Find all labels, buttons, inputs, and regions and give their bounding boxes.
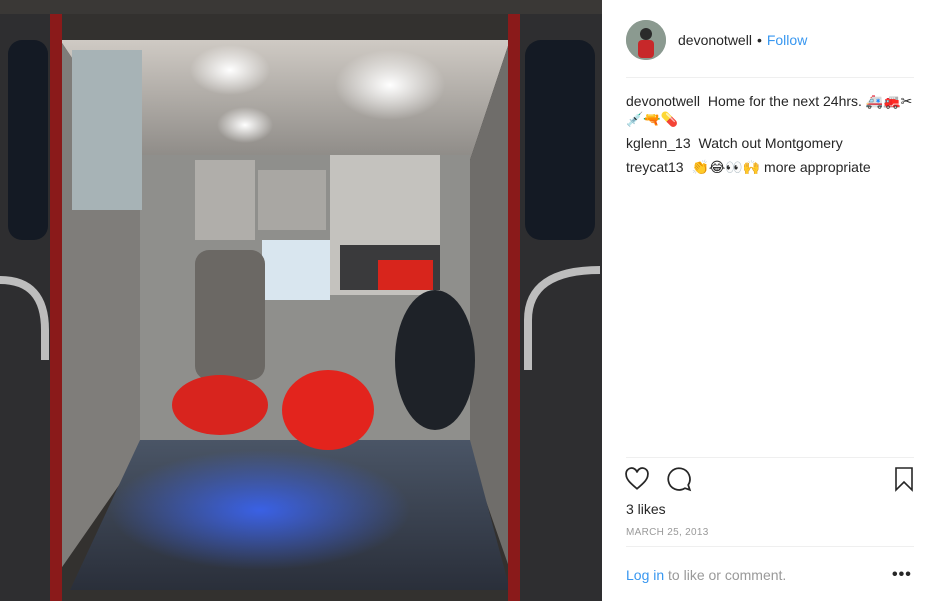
comment-text: Watch out Montgomery	[698, 135, 843, 151]
comments-list: devonotwell Home for the next 24hrs. 🚑🚒✂…	[626, 92, 914, 182]
follow-button[interactable]: Follow	[767, 32, 807, 48]
comment-item: treycat13 👏😂👀🙌 more appropriate	[626, 158, 914, 176]
avatar[interactable]	[626, 20, 666, 60]
more-icon[interactable]: •••	[892, 566, 912, 584]
divider	[626, 457, 914, 458]
login-prompt-text: to like or comment.	[668, 567, 787, 583]
login-link[interactable]: Log in	[626, 567, 664, 583]
bookmark-icon[interactable]	[892, 466, 916, 497]
heart-icon[interactable]	[624, 466, 650, 497]
comment-icon[interactable]	[666, 466, 692, 497]
divider	[626, 546, 914, 547]
post-photo[interactable]	[0, 0, 602, 601]
caption: devonotwell Home for the next 24hrs. 🚑🚒✂…	[626, 92, 914, 128]
post-header: devonotwell • Follow	[626, 18, 914, 62]
comment-item: kglenn_13 Watch out Montgomery	[626, 134, 914, 152]
comment-text: 👏😂👀🙌 more appropriate	[691, 159, 871, 175]
post-date: MARCH 25, 2013	[626, 527, 709, 538]
post-sidebar: devonotwell • Follow devonotwell Home fo…	[602, 0, 938, 601]
ambulance-photo	[0, 0, 602, 601]
divider	[626, 77, 914, 78]
likes-count[interactable]: 3 likes	[626, 501, 666, 517]
comment-username[interactable]: kglenn_13	[626, 135, 691, 151]
comment-username[interactable]: treycat13	[626, 159, 684, 175]
header-username[interactable]: devonotwell	[678, 32, 752, 48]
caption-username[interactable]: devonotwell	[626, 93, 700, 109]
separator-dot: •	[756, 32, 762, 48]
login-prompt: Log in to like or comment.	[626, 567, 786, 583]
action-bar	[624, 466, 916, 496]
